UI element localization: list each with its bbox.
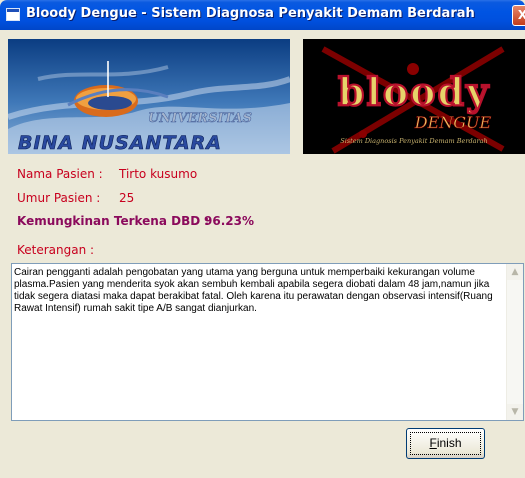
notes-label: Keterangan :: [17, 243, 95, 257]
app-icon: [6, 8, 20, 21]
bloody-logo-text: bloody: [338, 69, 490, 114]
scroll-up-button[interactable]: ▲: [507, 264, 523, 280]
university-banner: UNIVERSITAS BINA NUSANTARA: [8, 39, 290, 154]
vertical-scrollbar[interactable]: ▲ ▼: [506, 264, 523, 420]
notes-textarea[interactable]: Cairan pengganti adalah pengobatan yang …: [11, 263, 524, 421]
focus-rectangle: [410, 432, 481, 455]
university-logo-text: UNIVERSITAS: [148, 111, 252, 126]
title-bar[interactable]: Bloody Dengue - Sistem Diagnosa Penyakit…: [0, 0, 525, 30]
chevron-up-icon: ▲: [511, 267, 519, 277]
bloody-dengue-banner: bloody DENGUE Sistem Diagnosis Penyakit …: [303, 39, 525, 154]
dbd-probability-value: 96.23%: [204, 214, 254, 228]
app-window: Bloody Dengue - Sistem Diagnosa Penyakit…: [0, 0, 525, 478]
patient-name-value: Tirto kusumo: [119, 167, 198, 181]
close-icon: X: [517, 8, 525, 22]
university-name-text: BINA NUSANTARA: [18, 132, 222, 154]
patient-age-label: Umur Pasien :: [17, 191, 101, 205]
dbd-probability-label: Kemungkinan Terkena DBD :: [17, 214, 210, 228]
patient-name-label: Nama Pasien :: [17, 167, 103, 181]
scroll-down-button[interactable]: ▼: [507, 404, 523, 420]
finish-button[interactable]: Finish: [406, 428, 485, 459]
chevron-down-icon: ▼: [511, 407, 519, 417]
logo-tagline-text: Sistem Diagnosis Penyakit Demam Berdarah: [340, 137, 487, 145]
bloody-dengue-logo-image: bloody DENGUE Sistem Diagnosis Penyakit …: [303, 39, 525, 154]
dengue-logo-text: DENGUE: [414, 113, 492, 132]
close-button[interactable]: X: [512, 5, 525, 26]
university-logo-image: UNIVERSITAS BINA NUSANTARA: [8, 39, 290, 154]
window-title: Bloody Dengue - Sistem Diagnosa Penyakit…: [26, 6, 475, 21]
notes-text: Cairan pengganti adalah pengobatan yang …: [14, 267, 493, 314]
patient-age-value: 25: [119, 191, 135, 205]
